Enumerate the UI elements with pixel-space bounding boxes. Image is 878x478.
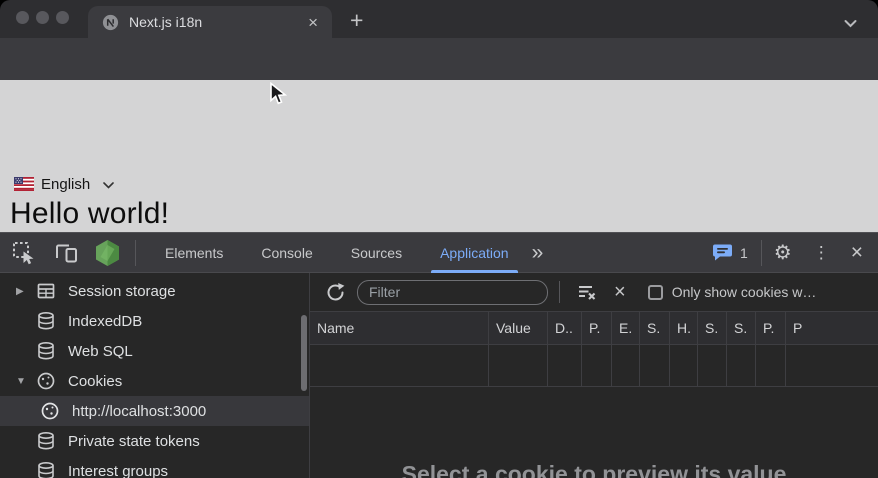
sidebar-item-localhost-cookies[interactable]: http://localhost:3000 bbox=[0, 396, 309, 426]
cookies-table-empty-row[interactable] bbox=[310, 345, 878, 387]
page-heading: Hello world! bbox=[10, 197, 169, 231]
column-header[interactable]: S. bbox=[698, 312, 727, 344]
column-header[interactable]: P. bbox=[756, 312, 786, 344]
language-select-value: English bbox=[41, 176, 90, 193]
window-close-button[interactable] bbox=[16, 11, 29, 24]
column-header[interactable]: S. bbox=[640, 312, 670, 344]
column-header[interactable]: S. bbox=[727, 312, 756, 344]
database-icon bbox=[36, 461, 56, 478]
mouse-cursor bbox=[269, 82, 287, 111]
application-sidebar: ▶ Session storage bbox=[0, 273, 310, 478]
tab-console[interactable]: Console bbox=[242, 233, 331, 273]
delete-cookie-icon[interactable]: × bbox=[614, 281, 626, 303]
cookie-icon bbox=[40, 401, 60, 421]
devtools-panel: Elements Console Sources Application » 1… bbox=[0, 232, 878, 478]
toolbar-divider bbox=[135, 240, 136, 266]
devtools-tabbar: Elements Console Sources Application » 1… bbox=[0, 233, 878, 273]
window-zoom-button[interactable] bbox=[56, 11, 69, 24]
column-header[interactable]: Name bbox=[310, 312, 489, 344]
sidebar-item-session-storage[interactable]: ▶ Session storage bbox=[0, 276, 309, 306]
refresh-icon[interactable] bbox=[325, 282, 346, 303]
browser-window: Next.js i18n × + ← → localhost:3 bbox=[0, 0, 878, 478]
database-icon bbox=[36, 341, 56, 361]
cookies-pane: × Only show cookies w… Name Value D.. P.… bbox=[310, 273, 878, 478]
issues-count[interactable]: 1 bbox=[740, 245, 748, 261]
more-tabs-icon[interactable]: » bbox=[532, 233, 544, 273]
tab-title: Next.js i18n bbox=[129, 14, 304, 30]
issues-icon[interactable] bbox=[712, 243, 733, 262]
settings-gear-icon[interactable]: ⚙ bbox=[774, 241, 792, 265]
page-content: English Hello world! bbox=[0, 80, 878, 232]
cookies-table-header: Name Value D.. P. E. S. H. S. S. P. P bbox=[310, 312, 878, 345]
language-select[interactable]: English bbox=[14, 174, 114, 194]
devtools-close-icon[interactable]: × bbox=[851, 241, 863, 265]
tab-application[interactable]: Application bbox=[421, 233, 528, 273]
inspect-element-icon[interactable] bbox=[11, 240, 36, 265]
sidebar-item-interest-groups[interactable]: Interest groups bbox=[0, 456, 309, 478]
toolbar-divider bbox=[761, 240, 762, 266]
clear-filter-icon[interactable] bbox=[576, 282, 597, 302]
devtools-toolbar-right: 1 ⚙ ⋮ × bbox=[712, 240, 878, 266]
collapsed-triangle-icon[interactable]: ▶ bbox=[16, 286, 36, 297]
column-header[interactable]: D.. bbox=[548, 312, 582, 344]
expanded-triangle-icon[interactable]: ▼ bbox=[16, 376, 36, 387]
window-minimize-button[interactable] bbox=[36, 11, 49, 24]
cookie-icon bbox=[36, 371, 56, 391]
language-chevron-down-icon bbox=[103, 176, 114, 194]
tab-sources[interactable]: Sources bbox=[332, 233, 421, 273]
browser-toolbar: ← → localhost:3000 bbox=[0, 38, 878, 80]
sidebar-item-cookies[interactable]: ▼ Cookies bbox=[0, 366, 309, 396]
sidebar-item-web-sql[interactable]: Web SQL bbox=[0, 336, 309, 366]
favicon-nextjs-icon bbox=[102, 14, 119, 31]
database-icon bbox=[36, 431, 56, 451]
device-toolbar-icon[interactable] bbox=[53, 241, 79, 265]
filter-input[interactable] bbox=[357, 280, 548, 305]
new-tab-button[interactable]: + bbox=[344, 5, 369, 36]
tab-search-chevron-icon[interactable] bbox=[844, 15, 857, 33]
column-header[interactable]: Value bbox=[489, 312, 548, 344]
table-icon bbox=[36, 281, 56, 301]
tab-strip: Next.js i18n × + bbox=[0, 0, 878, 38]
column-header[interactable]: P. bbox=[582, 312, 612, 344]
devtools-body: ▶ Session storage bbox=[0, 273, 878, 478]
sidebar-item-private-state-tokens[interactable]: Private state tokens bbox=[0, 426, 309, 456]
nodejs-icon[interactable] bbox=[94, 239, 121, 267]
toolbar-divider bbox=[559, 281, 560, 303]
tab-elements[interactable]: Elements bbox=[146, 233, 242, 273]
only-show-issues-checkbox[interactable] bbox=[648, 285, 663, 300]
column-header[interactable]: E. bbox=[612, 312, 640, 344]
column-header[interactable]: P bbox=[786, 312, 878, 344]
only-show-issues-label[interactable]: Only show cookies w… bbox=[672, 284, 817, 300]
tab-close-icon[interactable]: × bbox=[304, 14, 322, 31]
database-icon bbox=[36, 311, 56, 331]
sidebar-item-indexeddb[interactable]: IndexedDB bbox=[0, 306, 309, 336]
us-flag-icon bbox=[14, 177, 34, 191]
cookies-toolbar: × Only show cookies w… bbox=[310, 273, 878, 312]
column-header[interactable]: H. bbox=[670, 312, 698, 344]
browser-tab[interactable]: Next.js i18n × bbox=[88, 6, 332, 38]
cookie-preview-message: Select a cookie to preview its value bbox=[310, 461, 878, 478]
devtools-menu-icon[interactable]: ⋮ bbox=[813, 241, 830, 265]
cookie-preview-area: Select a cookie to preview its value bbox=[310, 387, 878, 478]
sidebar-scrollbar[interactable] bbox=[301, 315, 307, 391]
